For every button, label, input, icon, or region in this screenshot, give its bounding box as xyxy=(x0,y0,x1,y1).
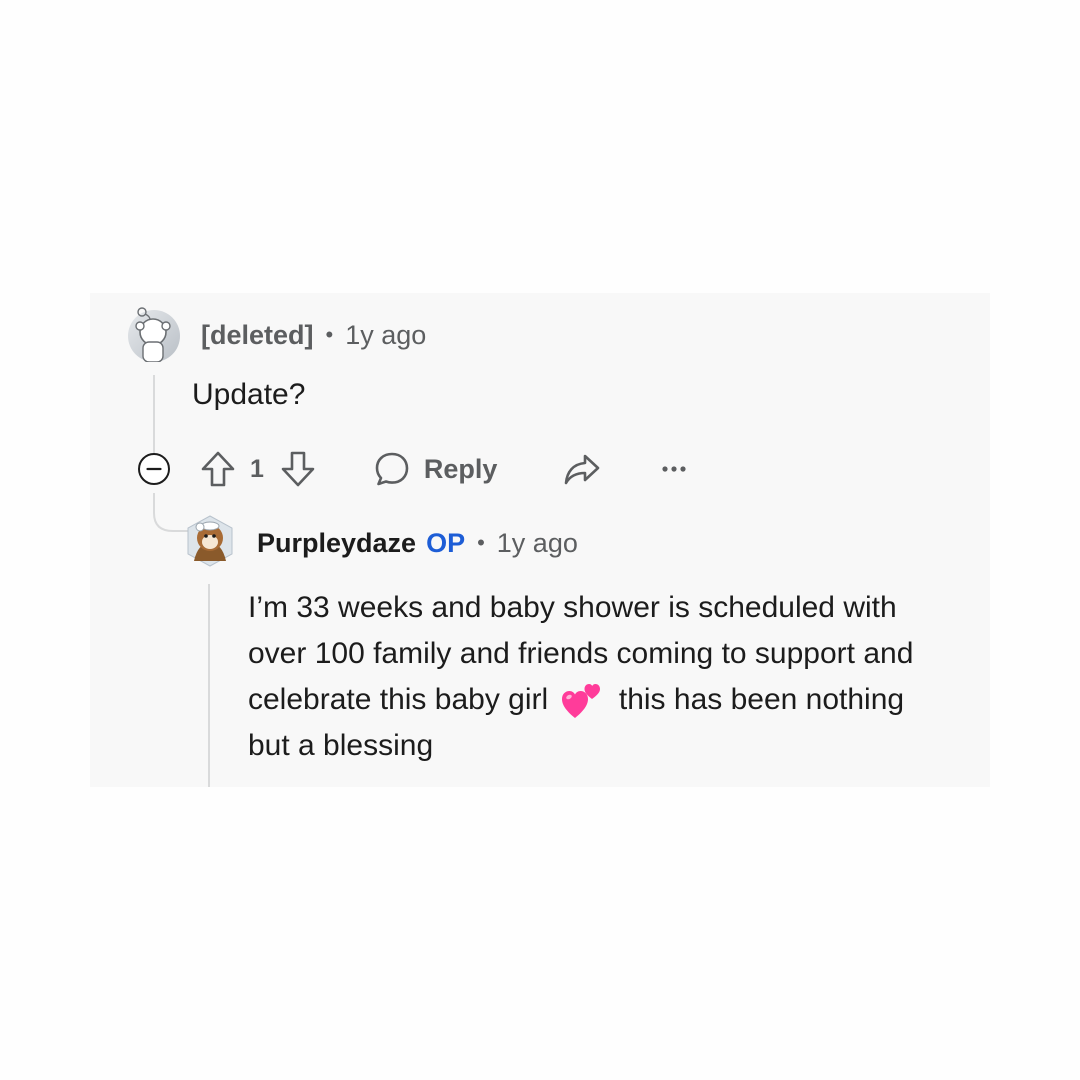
comment-meta: [deleted] • 1y ago xyxy=(201,315,426,355)
collapse-minus-icon xyxy=(138,453,170,485)
downvote-button[interactable] xyxy=(280,450,316,488)
share-arrow-icon xyxy=(565,454,600,485)
comment-author[interactable]: Purpleydaze xyxy=(257,528,416,559)
thread-line[interactable] xyxy=(153,375,155,453)
reply-button[interactable]: Reply xyxy=(374,451,498,487)
comment-author[interactable]: [deleted] xyxy=(201,320,314,351)
comment-actions: 1 Reply xyxy=(200,447,687,491)
meta-separator: • xyxy=(325,322,334,347)
user-avatar[interactable] xyxy=(182,513,238,569)
snoo-avatar-icon xyxy=(128,307,180,363)
meta-separator: • xyxy=(477,530,485,555)
collapse-button[interactable] xyxy=(137,452,171,486)
reply-label: Reply xyxy=(423,453,498,484)
bear-avatar-icon xyxy=(187,515,233,567)
vote-count: 1 xyxy=(250,454,264,483)
comment-timestamp[interactable]: 1y ago xyxy=(497,528,578,559)
upvote-button[interactable] xyxy=(200,450,236,488)
two-hearts-emoji xyxy=(561,684,600,719)
comment-timestamp[interactable]: 1y ago xyxy=(345,320,426,351)
comment-thread: [deleted] • 1y ago Update? 1 Reply Purpl… xyxy=(90,293,990,787)
more-dots-icon xyxy=(662,466,687,472)
share-button[interactable] xyxy=(563,452,601,486)
comment-meta: Purpleydaze OP • 1y ago xyxy=(257,522,578,564)
op-badge: OP xyxy=(426,527,466,558)
upvote-arrow-icon xyxy=(201,451,235,487)
downvote-arrow-icon xyxy=(281,451,315,487)
comment-body: I’m 33 weeks and baby shower is schedule… xyxy=(248,585,948,769)
thread-line[interactable] xyxy=(208,584,210,787)
comment-body: Update? xyxy=(192,378,306,411)
speech-bubble-icon xyxy=(375,452,409,486)
deleted-user-avatar[interactable] xyxy=(126,306,182,363)
more-options-button[interactable] xyxy=(661,465,687,473)
